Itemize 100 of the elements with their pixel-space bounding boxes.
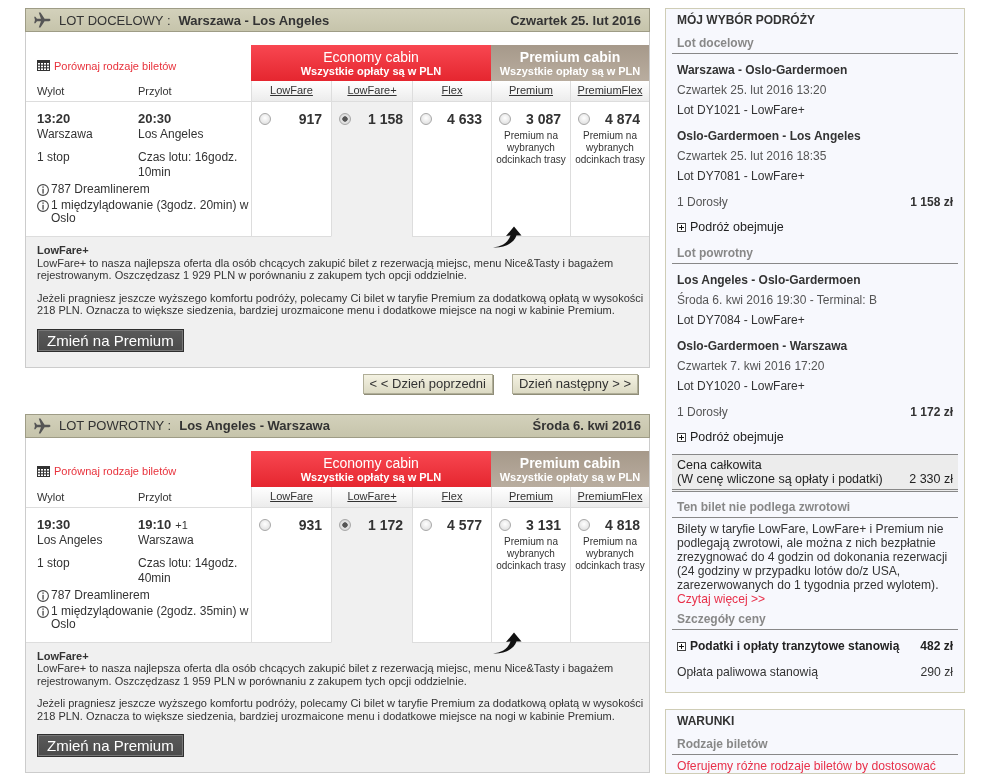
stops-count: 1 stop bbox=[37, 555, 71, 571]
column-label: Przylot bbox=[138, 84, 173, 99]
segment-route: Oslo-Gardermoen - Warszawa bbox=[677, 338, 849, 355]
arrival-time: 20:30 bbox=[138, 111, 172, 126]
fare-radio[interactable] bbox=[339, 113, 351, 125]
fare-radio[interactable] bbox=[578, 113, 590, 125]
compare-fares-link[interactable]: Porównaj rodzaje biletów bbox=[37, 465, 177, 477]
arrival-time: 19:10 bbox=[138, 516, 172, 532]
includes-toggle[interactable]: Podróż obejmuje bbox=[677, 217, 784, 237]
section-heading: Ten bilet nie podlega zwrotowi bbox=[672, 497, 958, 518]
airplane-icon bbox=[33, 417, 51, 434]
flight-number: Lot DY1021 - LowFare+ bbox=[677, 102, 806, 119]
flight-direction: LOT POWROTNY : bbox=[59, 418, 172, 433]
fare-type-link[interactable]: Flex bbox=[441, 489, 463, 502]
stops-count: 1 stop bbox=[37, 150, 71, 165]
info-icon bbox=[37, 200, 49, 212]
passenger-count: 1 Dorosły bbox=[677, 404, 728, 421]
fare-price: 917 bbox=[298, 111, 322, 127]
flight-info-text: 1 międzylądowanie (3godz. 20min) w Oslo bbox=[51, 199, 250, 225]
flight-direction: LOT DOCELOWY : bbox=[59, 12, 171, 28]
fare-radio[interactable] bbox=[499, 518, 511, 531]
price-detail-value: 482 zł bbox=[920, 638, 953, 655]
leg-price: 1 172 zł bbox=[910, 404, 953, 421]
fare-description-title: LowFare+ bbox=[37, 244, 90, 257]
segment-route: Warszawa - Oslo-Gardermoen bbox=[677, 62, 849, 79]
refund-text: Bilety w taryfie LowFare, LowFare+ i Premium nie podlegają zwrotowi, ale można z nich bezpłatnie zrezygnować do 4 godzin od dokonania rezerwacji (24 godziny w przypadku lotów do/z USA, zarezerwowanych do 1 tygodnia przed wylotem). bbox=[676, 522, 949, 592]
total-note: (W cenę wliczone są opłaty i podatki) bbox=[677, 472, 883, 486]
flight-number: Lot DY7084 - LowFare+ bbox=[677, 312, 806, 329]
flight-number: Lot DY1020 - LowFare+ bbox=[677, 378, 806, 395]
price-detail-label: Opłata paliwowa stanowią bbox=[677, 664, 818, 681]
fare-description-text: LowFare+ to nasza najlepsza oferta dla osób chcących zakupić bilet z rezerwacją miejsc, menu Nice&Tasty i bagażem rejestrowanym. Oszczędzasz 1 959 PLN w porównaniu z zakupem tych opcji oddzielnie. bbox=[37, 662, 615, 687]
departure-time: 13:20 bbox=[37, 111, 72, 127]
cabin-note: Wszystkie opłaty są w PLN bbox=[498, 470, 642, 484]
info-icon bbox=[37, 589, 49, 602]
flight-route: Los Angeles - Warszawa bbox=[179, 418, 330, 433]
panel-title: MÓJ WYBÓR PODRÓŻY bbox=[676, 11, 816, 29]
fare-radio[interactable] bbox=[420, 113, 432, 125]
upgrade-button[interactable]: Zmień na Premium bbox=[37, 328, 184, 352]
includes-toggle[interactable]: Podróż obejmuje bbox=[677, 427, 784, 447]
table-icon bbox=[37, 465, 50, 477]
fare-note: Premium na wybranych odcinkach trasy bbox=[574, 130, 646, 166]
upgrade-button[interactable]: Zmień na Premium bbox=[37, 734, 184, 757]
fare-price: 1 172 bbox=[367, 516, 403, 533]
flight-info-text: 787 Dreamlinerem bbox=[51, 183, 150, 196]
segment-datetime: Czwartek 25. lut 2016 18:35 bbox=[677, 148, 828, 165]
fare-note: Premium na wybranych odcinkach trasy bbox=[495, 535, 567, 572]
previous-day-button[interactable]: < < Dzień poprzedni bbox=[362, 373, 493, 394]
leg-price: 1 158 zł bbox=[910, 194, 953, 211]
arrival-city: Warszawa bbox=[138, 532, 195, 547]
fare-price: 4 818 bbox=[604, 516, 640, 533]
next-day-button[interactable]: Dzień następny > > bbox=[511, 373, 638, 394]
segment-datetime: Środa 6. kwi 2016 19:30 - Terminal: B bbox=[677, 291, 878, 309]
fare-radio[interactable] bbox=[259, 113, 271, 125]
section-heading: Szczegóły ceny bbox=[672, 609, 958, 630]
cabin-note: Wszystkie opłaty są w PLN bbox=[299, 470, 443, 484]
price-detail-toggle[interactable]: Podatki i opłaty tranzytowe stanowią bbox=[677, 636, 900, 656]
fare-radio[interactable] bbox=[578, 518, 590, 531]
flight-date: Czwartek 25. lut 2016 bbox=[510, 12, 641, 28]
fare-note: Premium na wybranych odcinkach trasy bbox=[495, 130, 567, 166]
fare-description-text: Jeżeli pragniesz jeszcze wyższego komfortu podróży, polecamy Ci bilet w taryfie Premium za dodatkową opłatą w wysokości 218 PLN. Oznacza to większe siedzenia, bardziej urozmaicone menu i dodatkowe miejsce na nogi w kabinie Premium. bbox=[37, 697, 645, 722]
curved-arrow-icon bbox=[492, 226, 522, 248]
compare-fares-link[interactable]: Porównaj rodzaje biletów bbox=[37, 59, 177, 72]
passenger-count: 1 Dorosły bbox=[677, 194, 728, 211]
departure-time: 19:30 bbox=[37, 516, 72, 533]
column-label: Wylot bbox=[37, 489, 66, 505]
fare-description-title: LowFare+ bbox=[37, 649, 90, 662]
cabin-name: Economy cabin bbox=[322, 49, 420, 65]
section-heading: Lot powrotny bbox=[672, 243, 958, 264]
departure-city: Warszawa bbox=[37, 127, 94, 141]
flight-date: Środa 6. kwi 2016 bbox=[532, 418, 641, 433]
fare-price: 4 874 bbox=[604, 111, 640, 127]
fare-radio[interactable] bbox=[420, 518, 432, 531]
airplane-icon bbox=[33, 12, 51, 28]
fare-radio[interactable] bbox=[499, 113, 511, 125]
segment-datetime: Czwartek 25. lut 2016 13:20 bbox=[677, 82, 828, 99]
segment-route: Los Angeles - Oslo-Gardermoen bbox=[677, 272, 862, 289]
flight-duration: Czas lotu: 14godz. 40min bbox=[138, 555, 239, 586]
conditions-link[interactable]: Oferujemy różne rodzaje biletów by dostosować bbox=[672, 759, 941, 773]
curved-arrow-icon bbox=[492, 631, 522, 654]
fare-price: 931 bbox=[298, 516, 322, 533]
fare-description-text: Jeżeli pragniesz jeszcze wyższego komfortu podróży, polecamy Ci bilet w taryfie Premium za dodatkową opłatą w wysokości 218 PLN. Oznacza to większe siedzenia, bardziej urozmaicone menu i dodatkowe miejsce na nogi w kabinie Premium. bbox=[37, 291, 645, 317]
section-heading: Lot docelowy bbox=[672, 33, 958, 54]
info-icon bbox=[37, 605, 49, 618]
fare-price: 3 131 bbox=[525, 516, 561, 533]
fare-radio[interactable] bbox=[259, 518, 271, 531]
price-detail-value: 290 zł bbox=[920, 664, 953, 681]
segment-datetime: Czwartek 7. kwi 2016 17:20 bbox=[677, 358, 826, 375]
read-more-link[interactable]: Czytaj więcej >> bbox=[672, 592, 771, 606]
section-heading: Rodzaje biletów bbox=[672, 734, 958, 755]
column-label: Wylot bbox=[37, 84, 66, 99]
cabin-note: Wszystkie opłaty są w PLN bbox=[299, 65, 443, 78]
total-label: Cena całkowita bbox=[677, 458, 763, 472]
cabin-name: Premium cabin bbox=[518, 454, 622, 471]
cabin-name: Premium cabin bbox=[518, 49, 622, 65]
fare-price: 1 158 bbox=[367, 111, 403, 127]
fare-type-link[interactable]: Flex bbox=[441, 84, 463, 96]
fare-radio[interactable] bbox=[339, 518, 351, 531]
column-label: Przylot bbox=[138, 489, 173, 505]
cabin-name: Economy cabin bbox=[322, 454, 420, 471]
fare-price: 4 633 bbox=[446, 111, 482, 127]
